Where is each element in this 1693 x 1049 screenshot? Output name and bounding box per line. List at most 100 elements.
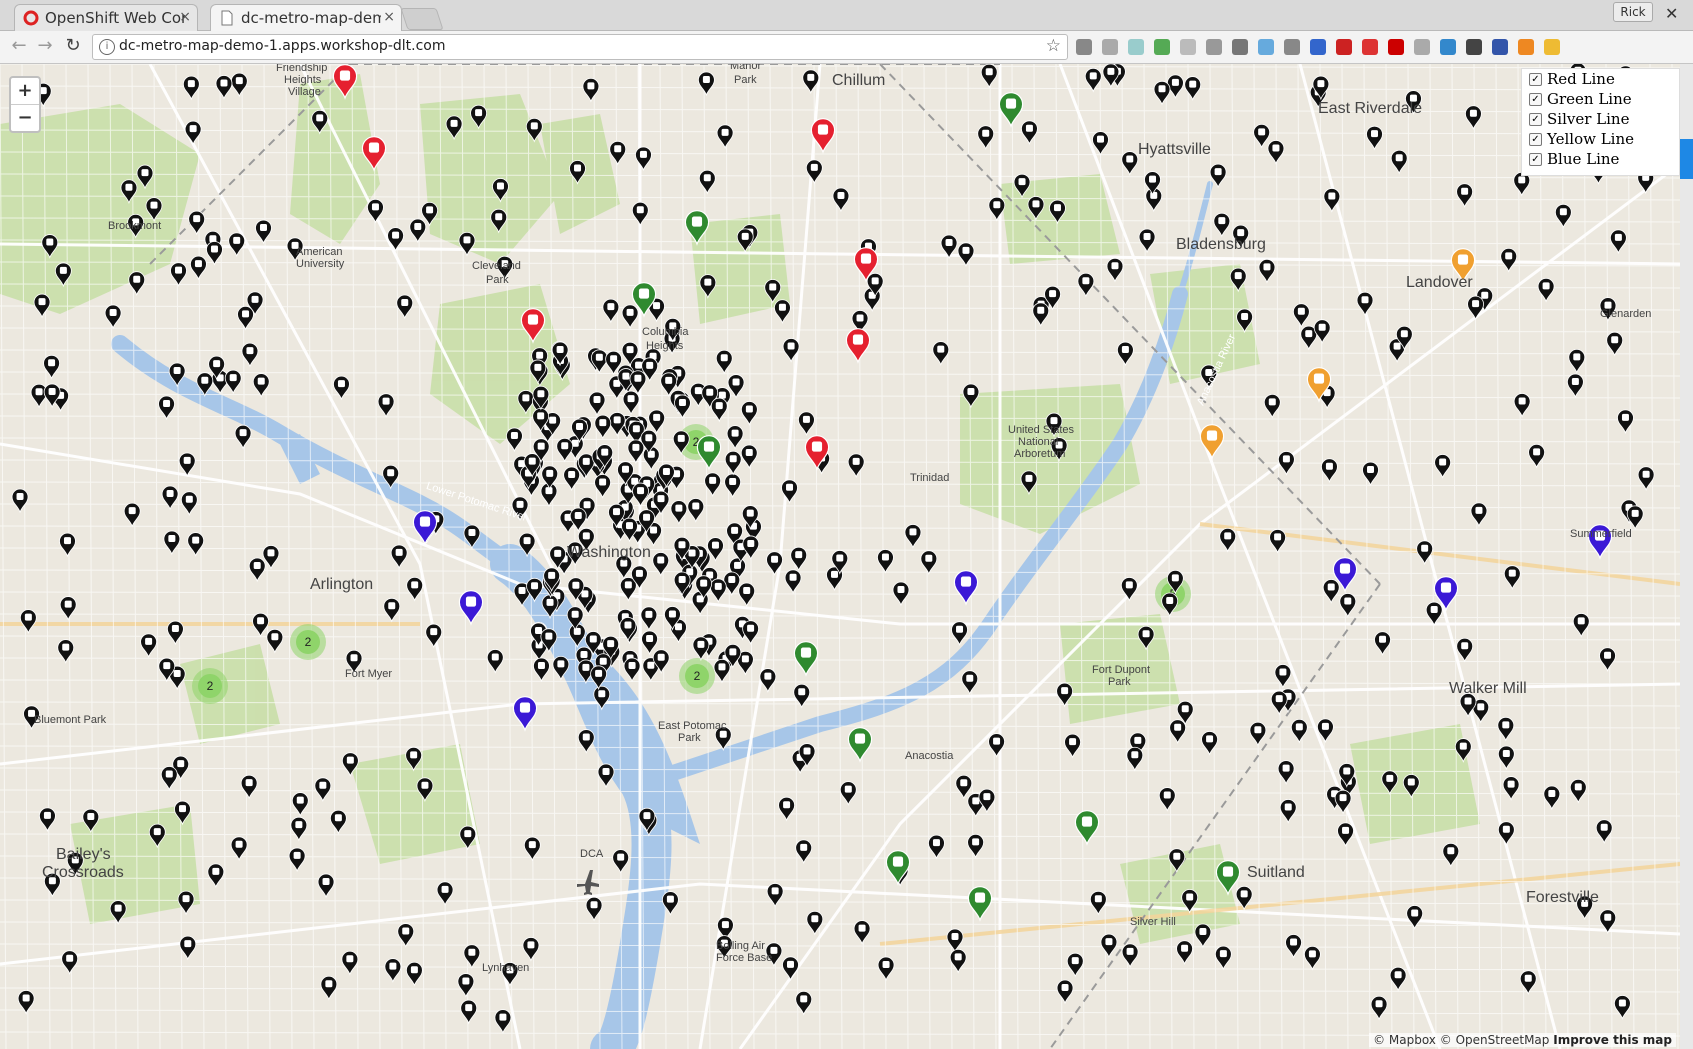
legend-item-silver-line[interactable]: ✓ Silver Line bbox=[1522, 109, 1679, 129]
bus-stop-marker bbox=[409, 218, 427, 244]
zoom-control: + − bbox=[9, 76, 41, 133]
legend-item-green-line[interactable]: ✓ Green Line bbox=[1522, 89, 1679, 109]
checkbox[interactable]: ✓ bbox=[1529, 112, 1542, 126]
bus-stop-marker bbox=[177, 890, 195, 916]
legend-item-yellow-line[interactable]: ✓ Yellow Line bbox=[1522, 129, 1679, 149]
tab-close-icon[interactable]: × bbox=[179, 9, 191, 25]
checkbox[interactable]: ✓ bbox=[1529, 152, 1542, 166]
tab-dc-metro-map[interactable]: dc-metro-map-demo × bbox=[210, 4, 402, 31]
extension-icon[interactable] bbox=[1102, 39, 1118, 55]
address-bar[interactable]: i dc-metro-map-demo-1.apps.workshop-dlt.… bbox=[92, 34, 1068, 60]
bus-stop-marker bbox=[463, 944, 481, 970]
bus-stop-marker bbox=[635, 146, 652, 172]
bus-stop-marker bbox=[1356, 291, 1374, 317]
profile-button[interactable]: Rick bbox=[1613, 2, 1653, 22]
extension-icon[interactable] bbox=[1206, 39, 1222, 55]
bus-stop-marker bbox=[622, 390, 640, 416]
bus-stop-marker bbox=[698, 169, 716, 195]
bookmark-star-icon[interactable]: ☆ bbox=[1046, 36, 1061, 56]
mapbox-link[interactable]: © Mapbox bbox=[1373, 1033, 1436, 1047]
legend-label: Green Line bbox=[1547, 90, 1632, 108]
bus-stop-marker bbox=[234, 424, 252, 450]
bus-stop-marker bbox=[161, 485, 179, 511]
bus-stop-marker bbox=[1537, 278, 1555, 303]
info-icon[interactable]: i bbox=[99, 39, 115, 55]
extension-icon[interactable] bbox=[1414, 39, 1430, 55]
extension-icon[interactable] bbox=[1388, 39, 1404, 55]
extension-icon[interactable] bbox=[1362, 39, 1378, 55]
osm-link[interactable]: © OpenStreetMap bbox=[1440, 1033, 1550, 1047]
extension-icon[interactable] bbox=[1076, 39, 1092, 55]
metro-station-marker bbox=[847, 727, 873, 763]
bus-stop-marker bbox=[928, 834, 945, 860]
forward-icon[interactable]: → bbox=[34, 35, 56, 57]
bus-stop-marker bbox=[425, 623, 443, 649]
bus-stop-marker bbox=[1077, 272, 1095, 298]
address-url[interactable]: dc-metro-map-demo-1.apps.workshop-dlt.co… bbox=[119, 38, 446, 54]
new-tab-button[interactable] bbox=[400, 8, 444, 30]
place-label: Heights bbox=[284, 74, 322, 86]
extension-icon[interactable] bbox=[1310, 39, 1326, 55]
extension-icon[interactable] bbox=[1544, 39, 1560, 55]
place-label: Hyattsville bbox=[1138, 141, 1211, 158]
extension-icon[interactable] bbox=[1492, 39, 1508, 55]
bus-stop-marker bbox=[1609, 229, 1627, 255]
browser-toolbar: ← → ↻ i dc-metro-map-demo-1.apps.worksho… bbox=[0, 31, 1693, 64]
tab-openshift[interactable]: OpenShift Web Con × bbox=[14, 4, 198, 31]
bus-stop-marker bbox=[629, 370, 647, 396]
bus-stop-marker bbox=[266, 628, 284, 654]
bus-stop-marker bbox=[1374, 631, 1391, 656]
bus-stop-marker bbox=[19, 609, 37, 634]
legend-item-red-line[interactable]: ✓ Red Line bbox=[1522, 69, 1679, 89]
extension-icon[interactable] bbox=[1232, 39, 1248, 55]
bus-stop-marker bbox=[977, 125, 995, 151]
bus-stop-marker bbox=[713, 659, 731, 684]
extension-icon[interactable] bbox=[1258, 39, 1274, 55]
extension-icon[interactable] bbox=[1154, 39, 1170, 55]
bus-stop-marker bbox=[33, 293, 51, 319]
bus-stop-marker bbox=[920, 550, 938, 575]
bus-stop-marker bbox=[967, 834, 985, 859]
extension-icon[interactable] bbox=[1518, 39, 1534, 55]
reload-icon[interactable]: ↻ bbox=[62, 35, 84, 57]
tab-close-icon[interactable]: × bbox=[383, 9, 395, 25]
bus-stop-marker bbox=[853, 920, 871, 945]
extension-icon[interactable] bbox=[1128, 39, 1144, 55]
side-scrollbar[interactable] bbox=[1680, 64, 1693, 1049]
back-icon[interactable]: ← bbox=[8, 35, 30, 57]
improve-map-link[interactable]: Improve this map bbox=[1553, 1033, 1672, 1047]
side-panel-tab[interactable] bbox=[1680, 139, 1693, 179]
bus-stop-marker bbox=[621, 304, 639, 330]
bus-stop-marker bbox=[1290, 719, 1308, 744]
bus-stop-marker bbox=[978, 788, 996, 814]
legend-item-blue-line[interactable]: ✓ Blue Line bbox=[1522, 149, 1679, 169]
bus-stop-marker bbox=[1606, 331, 1624, 357]
window-close-icon[interactable]: ✕ bbox=[1665, 4, 1678, 23]
checkbox[interactable]: ✓ bbox=[1529, 132, 1542, 146]
extension-icon[interactable] bbox=[1180, 39, 1196, 55]
bus-stop-marker bbox=[1056, 979, 1074, 1005]
bus-stop-marker bbox=[1274, 664, 1292, 689]
map[interactable]: 22252 Chillum East Riverdale Hyattsville… bbox=[0, 64, 1680, 1049]
checkbox[interactable]: ✓ bbox=[1529, 72, 1542, 86]
bus-stop-marker bbox=[1201, 731, 1218, 756]
bus-stop-marker bbox=[1084, 68, 1102, 93]
zoom-out-button[interactable]: − bbox=[11, 104, 39, 131]
bus-stop-marker bbox=[1569, 779, 1587, 804]
zoom-in-button[interactable]: + bbox=[11, 78, 39, 104]
place-label: Lynhaven bbox=[482, 962, 530, 974]
legend-label: Yellow Line bbox=[1547, 130, 1635, 148]
bus-stop-marker bbox=[160, 766, 178, 791]
extension-icon[interactable] bbox=[1336, 39, 1352, 55]
bus-stop-marker bbox=[494, 1009, 512, 1034]
extension-icon[interactable] bbox=[1284, 39, 1300, 55]
extension-icon[interactable] bbox=[1440, 39, 1456, 55]
extension-icon[interactable] bbox=[1466, 39, 1482, 55]
bus-stop-marker bbox=[237, 306, 254, 331]
bus-stop-marker bbox=[1184, 76, 1202, 101]
bus-stop-marker bbox=[1503, 565, 1521, 590]
checkbox[interactable]: ✓ bbox=[1529, 92, 1542, 106]
bus-stop-marker bbox=[590, 349, 608, 375]
bus-stop-marker bbox=[188, 210, 206, 236]
bus-stop-marker bbox=[847, 453, 865, 479]
